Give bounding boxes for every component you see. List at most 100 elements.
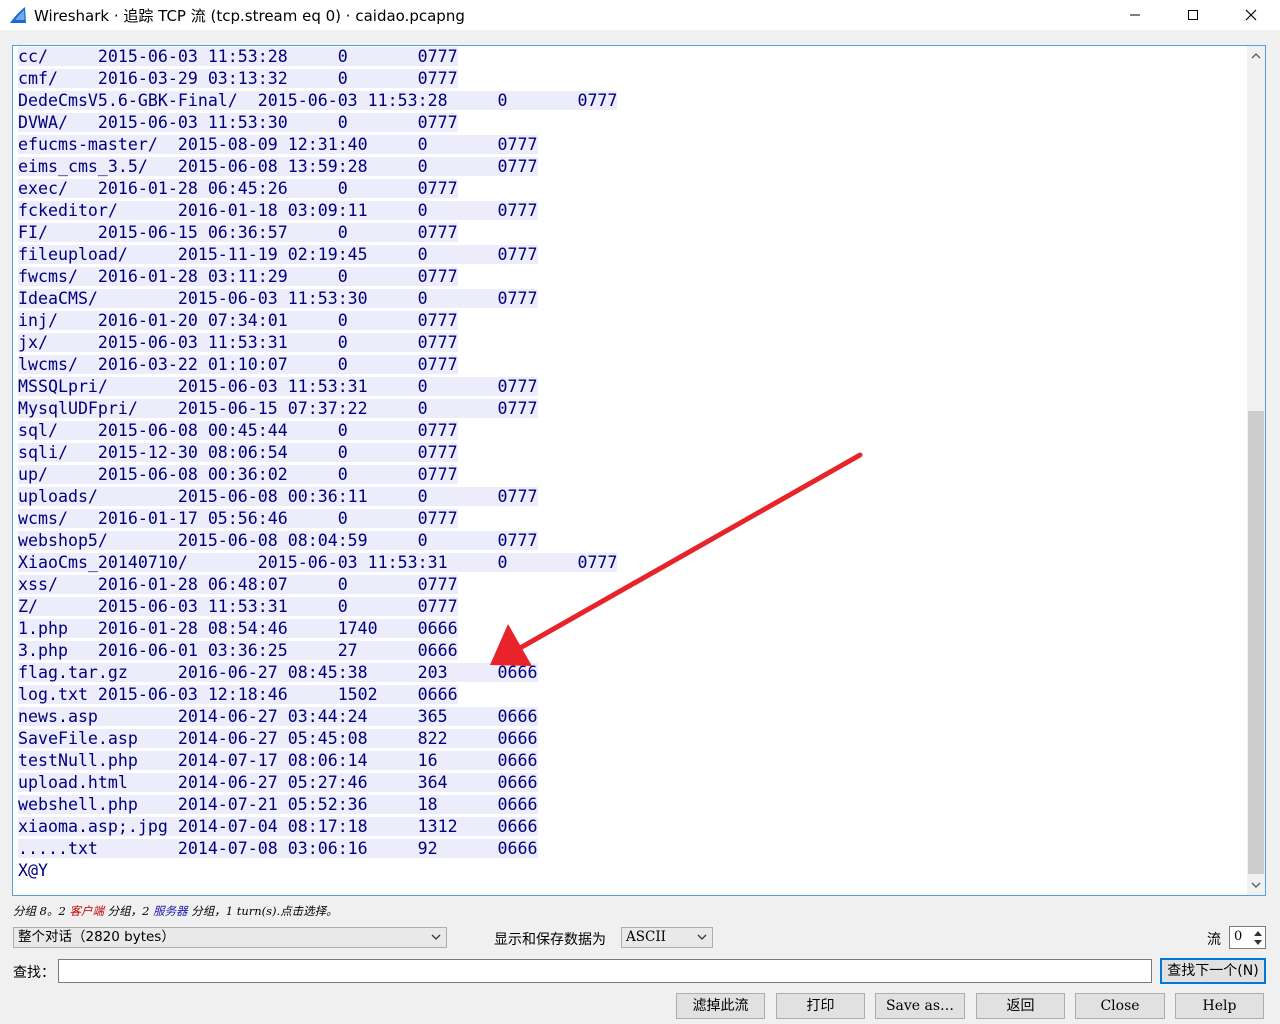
stream-line-text: wcms/ 2016-01-17 05:56:46 0 0777 xyxy=(18,509,458,528)
spin-up-button[interactable] xyxy=(1252,928,1264,937)
stream-line-text: SaveFile.asp 2014-06-27 05:45:08 822 066… xyxy=(18,729,538,748)
stream-line: IdeaCMS/ 2015-06-03 11:53:30 0 0777 xyxy=(18,288,617,310)
stream-line: webshell.php 2014-07-21 05:52:36 18 0666 xyxy=(18,794,617,816)
close-button[interactable]: Close xyxy=(1075,993,1165,1019)
maximize-icon xyxy=(1188,10,1198,20)
stream-line: upload.html 2014-06-27 05:27:46 364 0666 xyxy=(18,772,617,794)
stream-line: up/ 2015-06-08 00:36:02 0 0777 xyxy=(18,464,617,486)
stream-line-text: exec/ 2016-01-28 06:45:26 0 0777 xyxy=(18,179,458,198)
stream-line: eims_cms_3.5/ 2015-06-08 13:59:28 0 0777 xyxy=(18,156,617,178)
conversation-select[interactable]: 整个对话（2820 bytes） xyxy=(13,927,447,948)
stream-line: MysqlUDFpri/ 2015-06-15 07:37:22 0 0777 xyxy=(18,398,617,420)
save-as-button[interactable]: Save as… xyxy=(875,993,965,1019)
window-title: Wireshark · 追踪 TCP 流 (tcp.stream eq 0) ·… xyxy=(34,7,465,25)
stream-line-text: fileupload/ 2015-11-19 02:19:45 0 0777 xyxy=(18,245,538,264)
spin-down-button[interactable] xyxy=(1252,938,1264,947)
stream-line: jx/ 2015-06-03 11:53:31 0 0777 xyxy=(18,332,617,354)
stream-line: DedeCmsV5.6-GBK-Final/ 2015-06-03 11:53:… xyxy=(18,90,618,112)
stream-line: flag.tar.gz 2016-06-27 08:45:38 203 0666 xyxy=(18,662,617,684)
stream-line-text: XiaoCms_20140710/ 2015-06-03 11:53:31 0 … xyxy=(18,553,618,572)
stream-line-text: news.asp 2014-06-27 03:44:24 365 0666 xyxy=(18,707,538,726)
back-button[interactable]: 返回 xyxy=(976,993,1065,1019)
help-button[interactable]: Help xyxy=(1175,993,1264,1019)
scroll-thumb[interactable] xyxy=(1248,411,1264,874)
find-next-button[interactable]: 查找下一个(N) xyxy=(1160,958,1266,984)
wireshark-fin-icon xyxy=(10,7,26,23)
stream-line-text: lwcms/ 2016-03-22 01:10:07 0 0777 xyxy=(18,355,458,374)
format-label: 显示和保存数据为 xyxy=(494,932,606,948)
stream-line: sqli/ 2015-12-30 08:06:54 0 0777 xyxy=(18,442,617,464)
stream-line-text: inj/ 2016-01-20 07:34:01 0 0777 xyxy=(18,311,458,330)
stream-line: testNull.php 2014-07-17 08:06:14 16 0666 xyxy=(18,750,617,772)
stream-content-view[interactable]: cc/ 2015-06-03 11:53:28 0 0777 cmf/ 2016-… xyxy=(12,45,1266,896)
stream-line: fwcms/ 2016-01-28 03:11:29 0 0777 xyxy=(18,266,617,288)
stream-number-value: 0 xyxy=(1234,929,1243,944)
stream-line: fileupload/ 2015-11-19 02:19:45 0 0777 xyxy=(18,244,617,266)
stream-line-text: MysqlUDFpri/ 2015-06-15 07:37:22 0 0777 xyxy=(18,399,538,418)
chevron-down-icon xyxy=(431,934,441,940)
stream-trailer: X@Y xyxy=(18,861,48,880)
stream-line: MSSQLpri/ 2015-06-03 11:53:31 0 0777 xyxy=(18,376,617,398)
stream-line-text: Z/ 2015-06-03 11:53:31 0 0777 xyxy=(18,597,458,616)
scroll-up-button[interactable] xyxy=(1247,46,1265,66)
close-icon xyxy=(1245,9,1257,21)
stream-line-text: xss/ 2016-01-28 06:48:07 0 0777 xyxy=(18,575,458,594)
stream-line-text: webshell.php 2014-07-21 05:52:36 18 0666 xyxy=(18,795,538,814)
stream-line: news.asp 2014-06-27 03:44:24 365 0666 xyxy=(18,706,617,728)
stream-line: .....txt 2014-07-08 03:06:16 92 0666 xyxy=(18,838,617,860)
stream-line: xiaoma.asp;.jpg 2014-07-04 08:17:18 1312… xyxy=(18,816,617,838)
minimize-icon xyxy=(1130,14,1140,16)
stream-line: cc/ 2015-06-03 11:53:28 0 0777 xyxy=(18,46,617,68)
chevron-down-icon xyxy=(1251,882,1261,888)
stream-line-text: cmf/ 2016-03-29 03:13:32 0 0777 xyxy=(18,69,458,88)
caret-down-icon xyxy=(1254,939,1262,945)
stream-line: Z/ 2015-06-03 11:53:31 0 0777 xyxy=(18,596,617,618)
stream-line-text: FI/ 2015-06-15 06:36:57 0 0777 xyxy=(18,223,458,242)
stream-line-text: sql/ 2015-06-08 00:45:44 0 0777 xyxy=(18,421,458,440)
stream-line: XiaoCms_20140710/ 2015-06-03 11:53:31 0 … xyxy=(18,552,618,574)
stream-line: 3.php 2016-06-01 03:36:25 27 0666 xyxy=(18,640,617,662)
maximize-button[interactable] xyxy=(1164,0,1222,30)
stream-line-text: up/ 2015-06-08 00:36:02 0 0777 xyxy=(18,465,458,484)
status-server-label[interactable]: 服务器 xyxy=(153,904,188,918)
caret-up-icon xyxy=(1254,930,1262,936)
stream-line-text: IdeaCMS/ 2015-06-03 11:53:30 0 0777 xyxy=(18,289,538,308)
window-close-button[interactable] xyxy=(1222,0,1280,30)
stream-line-text: 1.php 2016-01-28 08:54:46 1740 0666 xyxy=(18,619,458,638)
stream-line-text: log.txt 2015-06-03 12:18:46 1502 0666 xyxy=(18,685,458,704)
stream-line: wcms/ 2016-01-17 05:56:46 0 0777 xyxy=(18,508,617,530)
stream-number-spinbox[interactable]: 0 xyxy=(1229,926,1266,949)
stream-line: DVWA/ 2015-06-03 11:53:30 0 0777 xyxy=(18,112,617,134)
stream-text: cc/ 2015-06-03 11:53:28 0 0777 cmf/ 2016-… xyxy=(18,46,618,882)
title-bar: Wireshark · 追踪 TCP 流 (tcp.stream eq 0) ·… xyxy=(0,0,1280,30)
data-format-select[interactable]: ASCII xyxy=(621,927,713,948)
find-input[interactable] xyxy=(58,959,1152,983)
stream-line-text: fckeditor/ 2016-01-18 03:09:11 0 0777 xyxy=(18,201,538,220)
print-button[interactable]: 打印 xyxy=(776,993,865,1019)
scroll-down-button[interactable] xyxy=(1247,875,1265,895)
vertical-scrollbar[interactable] xyxy=(1247,46,1265,895)
filter-out-stream-button[interactable]: 滤掉此流 xyxy=(676,993,765,1019)
stream-line-text: jx/ 2015-06-03 11:53:31 0 0777 xyxy=(18,333,458,352)
stream-line-text: flag.tar.gz 2016-06-27 08:45:38 203 0666 xyxy=(18,663,538,682)
stream-line: FI/ 2015-06-15 06:36:57 0 0777 xyxy=(18,222,617,244)
stream-line-text: uploads/ 2015-06-08 00:36:11 0 0777 xyxy=(18,487,538,506)
stream-line-text: sqli/ 2015-12-30 08:06:54 0 0777 xyxy=(18,443,458,462)
stream-line: fckeditor/ 2016-01-18 03:09:11 0 0777 xyxy=(18,200,617,222)
data-format-value: ASCII xyxy=(626,929,666,945)
stream-line-text: cc/ 2015-06-03 11:53:28 0 0777 xyxy=(18,47,458,66)
stream-line: log.txt 2015-06-03 12:18:46 1502 0666 xyxy=(18,684,617,706)
stream-line: efucms-master/ 2015-08-09 12:31:40 0 077… xyxy=(18,134,617,156)
status-client-label[interactable]: 客户端 xyxy=(69,904,104,918)
stream-line: cmf/ 2016-03-29 03:13:32 0 0777 xyxy=(18,68,617,90)
status-mid: 分组，2 xyxy=(103,904,154,918)
stream-number-label: 流 xyxy=(1207,932,1221,948)
stream-line-text: .....txt 2014-07-08 03:06:16 92 0666 xyxy=(18,839,538,858)
stream-line-text: 3.php 2016-06-01 03:36:25 27 0666 xyxy=(18,641,458,660)
conversation-select-value: 整个对话（2820 bytes） xyxy=(18,929,175,945)
chevron-up-icon xyxy=(1251,53,1261,59)
stream-line: lwcms/ 2016-03-22 01:10:07 0 0777 xyxy=(18,354,617,376)
minimize-button[interactable] xyxy=(1106,0,1164,30)
find-label: 查找： xyxy=(13,965,55,981)
status-line: 分组 8。2 客户端 分组，2 服务器 分组，1 turn(s).点击选择。 xyxy=(13,903,338,919)
